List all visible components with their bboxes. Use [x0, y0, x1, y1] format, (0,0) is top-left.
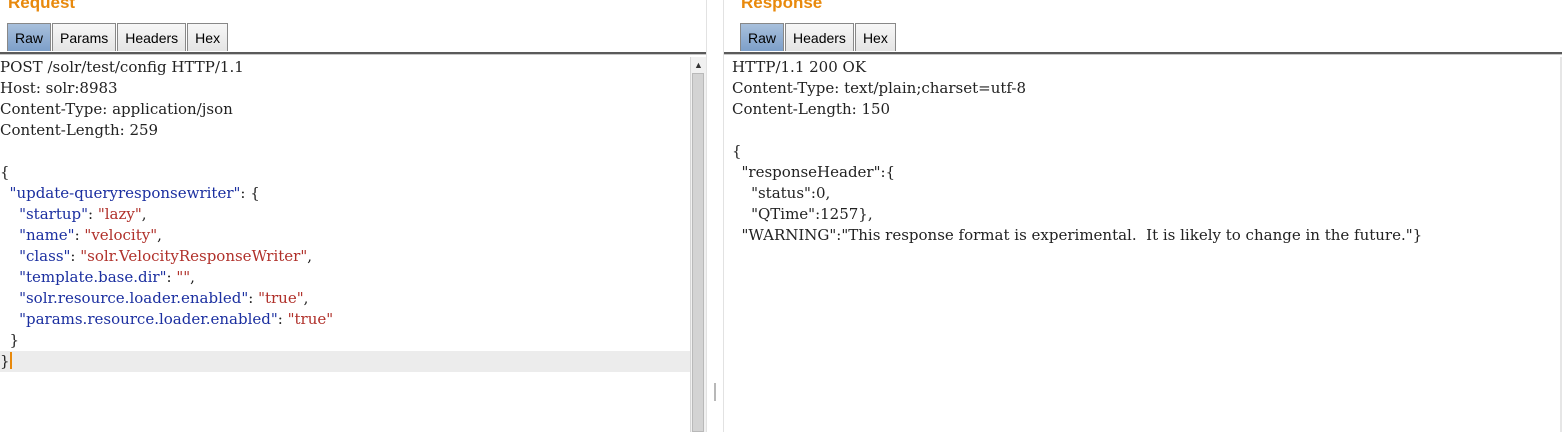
response-title: Response — [741, 0, 823, 12]
code-line: "solr.resource.loader.enabled": "true", — [19, 289, 309, 307]
pane-splitter[interactable] — [706, 0, 724, 432]
divider — [0, 54, 706, 55]
code-line: Content-Type: text/plain;charset=utf-8 — [732, 79, 1027, 97]
tab-raw[interactable]: Raw — [7, 23, 52, 51]
tab-hex[interactable]: Hex — [187, 23, 229, 51]
code-line: Host: solr:8983 — [0, 79, 118, 97]
response-editor[interactable]: HTTP/1.1 200 OK Content-Type: text/plain;… — [732, 57, 1562, 432]
tab-params[interactable]: Params — [52, 23, 117, 51]
code-line: Content-Length: 150 — [732, 100, 891, 118]
code-line: Content-Length: 259 — [0, 121, 159, 139]
code-line: } — [0, 351, 690, 372]
code-line: "update-queryresponsewriter": { — [9, 184, 260, 202]
tab-headers[interactable]: Headers — [117, 23, 187, 51]
code-line: "status":0, — [732, 184, 831, 202]
code-line: "template.base.dir": "", — [19, 268, 195, 286]
scroll-up-arrow-icon[interactable]: ▲ — [691, 57, 706, 73]
code-line: "params.resource.loader.enabled": "true" — [19, 310, 334, 328]
code-line: HTTP/1.1 200 OK — [732, 58, 867, 76]
code-line: "class": "solr.VelocityResponseWriter", — [19, 247, 313, 265]
tab-raw[interactable]: Raw — [740, 23, 785, 51]
response-pane: Response Raw Headers Hex HTTP/1.1 200 OK… — [724, 0, 1562, 432]
code-line: POST /solr/test/config HTTP/1.1 — [0, 58, 244, 76]
request-pane: Request Raw Params Headers Hex POST /sol… — [0, 0, 706, 432]
request-editor[interactable]: POST /solr/test/config HTTP/1.1 Host: sol… — [0, 57, 690, 432]
scrollbar-thumb[interactable] — [692, 73, 704, 432]
code-line: "WARNING":"This response format is exper… — [732, 226, 1423, 244]
code-line: "startup": "lazy", — [19, 205, 147, 223]
code-line: { — [732, 142, 742, 160]
code-line: "responseHeader":{ — [732, 163, 896, 181]
code-line: Content-Type: application/json — [0, 100, 233, 118]
tab-headers[interactable]: Headers — [785, 23, 854, 51]
request-scrollbar[interactable]: ▲ — [690, 57, 706, 432]
code-line: "name": "velocity", — [19, 226, 162, 244]
splitter-grip-icon[interactable] — [714, 383, 716, 401]
divider — [724, 54, 1562, 55]
code-line: } — [0, 331, 20, 349]
request-title: Request — [8, 0, 76, 12]
request-tabs: Raw Params Headers Hex — [7, 23, 229, 52]
code-line: { — [0, 163, 10, 181]
text-caret — [9, 352, 12, 369]
code-line: "QTime":1257}, — [732, 205, 873, 223]
tab-hex[interactable]: Hex — [854, 23, 896, 51]
response-tabs: Raw Headers Hex — [740, 23, 897, 52]
